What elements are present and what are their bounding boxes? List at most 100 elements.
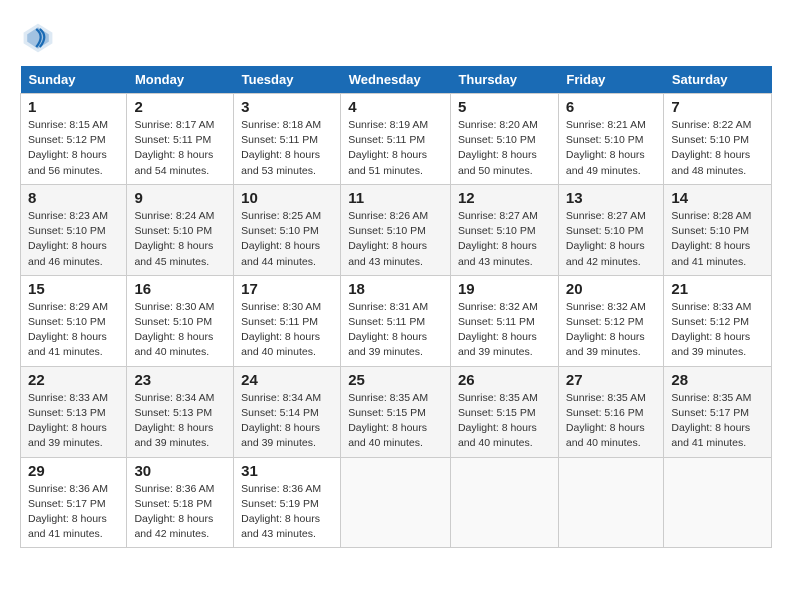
day-info: Sunrise: 8:26 AMSunset: 5:10 PMDaylight:…	[348, 209, 443, 270]
day-number: 12	[458, 190, 551, 207]
week-row-5: 29 Sunrise: 8:36 AMSunset: 5:17 PMDayligh…	[21, 457, 772, 548]
day-info: Sunrise: 8:27 AMSunset: 5:10 PMDaylight:…	[566, 209, 657, 270]
calendar-cell: 9 Sunrise: 8:24 AMSunset: 5:10 PMDaylight…	[127, 184, 234, 275]
day-number: 22	[28, 372, 119, 389]
calendar-cell: 6 Sunrise: 8:21 AMSunset: 5:10 PMDaylight…	[558, 94, 664, 185]
day-number: 30	[134, 463, 226, 480]
calendar-cell: 24 Sunrise: 8:34 AMSunset: 5:14 PMDayligh…	[234, 366, 341, 457]
calendar-cell	[341, 457, 451, 548]
day-info: Sunrise: 8:35 AMSunset: 5:15 PMDaylight:…	[458, 391, 551, 452]
day-info: Sunrise: 8:34 AMSunset: 5:14 PMDaylight:…	[241, 391, 333, 452]
day-info: Sunrise: 8:32 AMSunset: 5:12 PMDaylight:…	[566, 300, 657, 361]
day-info: Sunrise: 8:33 AMSunset: 5:13 PMDaylight:…	[28, 391, 119, 452]
day-number: 20	[566, 281, 657, 298]
day-number: 29	[28, 463, 119, 480]
calendar-body: 1Sunrise: 8:15 AMSunset: 5:12 PMDaylight…	[21, 94, 772, 548]
day-info: Sunrise: 8:17 AMSunset: 5:11 PMDaylight:…	[134, 118, 226, 179]
day-number: 25	[348, 372, 443, 389]
calendar-cell: 27 Sunrise: 8:35 AMSunset: 5:16 PMDayligh…	[558, 366, 664, 457]
calendar-cell	[558, 457, 664, 548]
day-number: 23	[134, 372, 226, 389]
day-number: 31	[241, 463, 333, 480]
day-number: 11	[348, 190, 443, 207]
day-number: 4	[348, 99, 443, 116]
calendar-cell: 8Sunrise: 8:23 AMSunset: 5:10 PMDaylight…	[21, 184, 127, 275]
day-number: 5	[458, 99, 551, 116]
col-header-monday: Monday	[127, 66, 234, 94]
day-number: 13	[566, 190, 657, 207]
day-number: 21	[671, 281, 764, 298]
calendar-cell: 3Sunrise: 8:18 AMSunset: 5:11 PMDaylight…	[234, 94, 341, 185]
calendar-cell: 5 Sunrise: 8:20 AMSunset: 5:10 PMDaylight…	[450, 94, 558, 185]
day-info: Sunrise: 8:35 AMSunset: 5:17 PMDaylight:…	[671, 391, 764, 452]
calendar-cell: 4Sunrise: 8:19 AMSunset: 5:11 PMDaylight…	[341, 94, 451, 185]
calendar-cell: 11 Sunrise: 8:26 AMSunset: 5:10 PMDayligh…	[341, 184, 451, 275]
day-info: Sunrise: 8:34 AMSunset: 5:13 PMDaylight:…	[134, 391, 226, 452]
col-header-tuesday: Tuesday	[234, 66, 341, 94]
calendar-cell: 14 Sunrise: 8:28 AMSunset: 5:10 PMDayligh…	[664, 184, 772, 275]
calendar-cell: 25 Sunrise: 8:35 AMSunset: 5:15 PMDayligh…	[341, 366, 451, 457]
day-number: 10	[241, 190, 333, 207]
day-info: Sunrise: 8:15 AMSunset: 5:12 PMDaylight:…	[28, 118, 119, 179]
calendar-cell: 13 Sunrise: 8:27 AMSunset: 5:10 PMDayligh…	[558, 184, 664, 275]
day-number: 19	[458, 281, 551, 298]
day-info: Sunrise: 8:30 AMSunset: 5:10 PMDaylight:…	[134, 300, 226, 361]
calendar-cell: 31 Sunrise: 8:36 AMSunset: 5:19 PMDayligh…	[234, 457, 341, 548]
calendar-cell: 17Sunrise: 8:30 AMSunset: 5:11 PMDayligh…	[234, 275, 341, 366]
week-row-1: 1Sunrise: 8:15 AMSunset: 5:12 PMDaylight…	[21, 94, 772, 185]
day-info: Sunrise: 8:36 AMSunset: 5:18 PMDaylight:…	[134, 482, 226, 543]
calendar-cell: 30 Sunrise: 8:36 AMSunset: 5:18 PMDayligh…	[127, 457, 234, 548]
col-header-saturday: Saturday	[664, 66, 772, 94]
calendar-table: SundayMondayTuesdayWednesdayThursdayFrid…	[20, 66, 772, 548]
day-info: Sunrise: 8:36 AMSunset: 5:19 PMDaylight:…	[241, 482, 333, 543]
calendar-cell: 29 Sunrise: 8:36 AMSunset: 5:17 PMDayligh…	[21, 457, 127, 548]
day-info: Sunrise: 8:18 AMSunset: 5:11 PMDaylight:…	[241, 118, 333, 179]
day-info: Sunrise: 8:25 AMSunset: 5:10 PMDaylight:…	[241, 209, 333, 270]
calendar-cell: 2 Sunrise: 8:17 AMSunset: 5:11 PMDaylight…	[127, 94, 234, 185]
calendar-cell	[664, 457, 772, 548]
calendar-cell: 21 Sunrise: 8:33 AMSunset: 5:12 PMDayligh…	[664, 275, 772, 366]
calendar-cell: 19 Sunrise: 8:32 AMSunset: 5:11 PMDayligh…	[450, 275, 558, 366]
day-info: Sunrise: 8:28 AMSunset: 5:10 PMDaylight:…	[671, 209, 764, 270]
day-info: Sunrise: 8:30 AMSunset: 5:11 PMDaylight:…	[241, 300, 333, 361]
day-info: Sunrise: 8:29 AMSunset: 5:10 PMDaylight:…	[28, 300, 119, 361]
page-header	[20, 20, 772, 56]
day-info: Sunrise: 8:22 AMSunset: 5:10 PMDaylight:…	[671, 118, 764, 179]
col-header-friday: Friday	[558, 66, 664, 94]
day-number: 27	[566, 372, 657, 389]
day-info: Sunrise: 8:24 AMSunset: 5:10 PMDaylight:…	[134, 209, 226, 270]
day-number: 16	[134, 281, 226, 298]
logo-icon	[20, 20, 56, 56]
day-info: Sunrise: 8:32 AMSunset: 5:11 PMDaylight:…	[458, 300, 551, 361]
calendar-cell: 16 Sunrise: 8:30 AMSunset: 5:10 PMDayligh…	[127, 275, 234, 366]
day-number: 24	[241, 372, 333, 389]
day-number: 6	[566, 99, 657, 116]
day-number: 18	[348, 281, 443, 298]
calendar-cell: 23 Sunrise: 8:34 AMSunset: 5:13 PMDayligh…	[127, 366, 234, 457]
day-number: 28	[671, 372, 764, 389]
calendar-cell: 10 Sunrise: 8:25 AMSunset: 5:10 PMDayligh…	[234, 184, 341, 275]
calendar-cell	[450, 457, 558, 548]
day-number: 14	[671, 190, 764, 207]
calendar-cell: 26 Sunrise: 8:35 AMSunset: 5:15 PMDayligh…	[450, 366, 558, 457]
calendar-cell: 20 Sunrise: 8:32 AMSunset: 5:12 PMDayligh…	[558, 275, 664, 366]
calendar-cell: 15Sunrise: 8:29 AMSunset: 5:10 PMDayligh…	[21, 275, 127, 366]
day-number: 26	[458, 372, 551, 389]
day-number: 9	[134, 190, 226, 207]
logo	[20, 20, 62, 56]
calendar-cell: 7 Sunrise: 8:22 AMSunset: 5:10 PMDaylight…	[664, 94, 772, 185]
calendar-cell: 28 Sunrise: 8:35 AMSunset: 5:17 PMDayligh…	[664, 366, 772, 457]
day-info: Sunrise: 8:35 AMSunset: 5:15 PMDaylight:…	[348, 391, 443, 452]
calendar-cell: 18Sunrise: 8:31 AMSunset: 5:11 PMDayligh…	[341, 275, 451, 366]
column-headers: SundayMondayTuesdayWednesdayThursdayFrid…	[21, 66, 772, 94]
day-info: Sunrise: 8:23 AMSunset: 5:10 PMDaylight:…	[28, 209, 119, 270]
day-number: 7	[671, 99, 764, 116]
calendar-cell: 1Sunrise: 8:15 AMSunset: 5:12 PMDaylight…	[21, 94, 127, 185]
day-info: Sunrise: 8:21 AMSunset: 5:10 PMDaylight:…	[566, 118, 657, 179]
day-number: 2	[134, 99, 226, 116]
day-info: Sunrise: 8:20 AMSunset: 5:10 PMDaylight:…	[458, 118, 551, 179]
day-info: Sunrise: 8:35 AMSunset: 5:16 PMDaylight:…	[566, 391, 657, 452]
day-info: Sunrise: 8:33 AMSunset: 5:12 PMDaylight:…	[671, 300, 764, 361]
day-info: Sunrise: 8:36 AMSunset: 5:17 PMDaylight:…	[28, 482, 119, 543]
week-row-3: 15Sunrise: 8:29 AMSunset: 5:10 PMDayligh…	[21, 275, 772, 366]
